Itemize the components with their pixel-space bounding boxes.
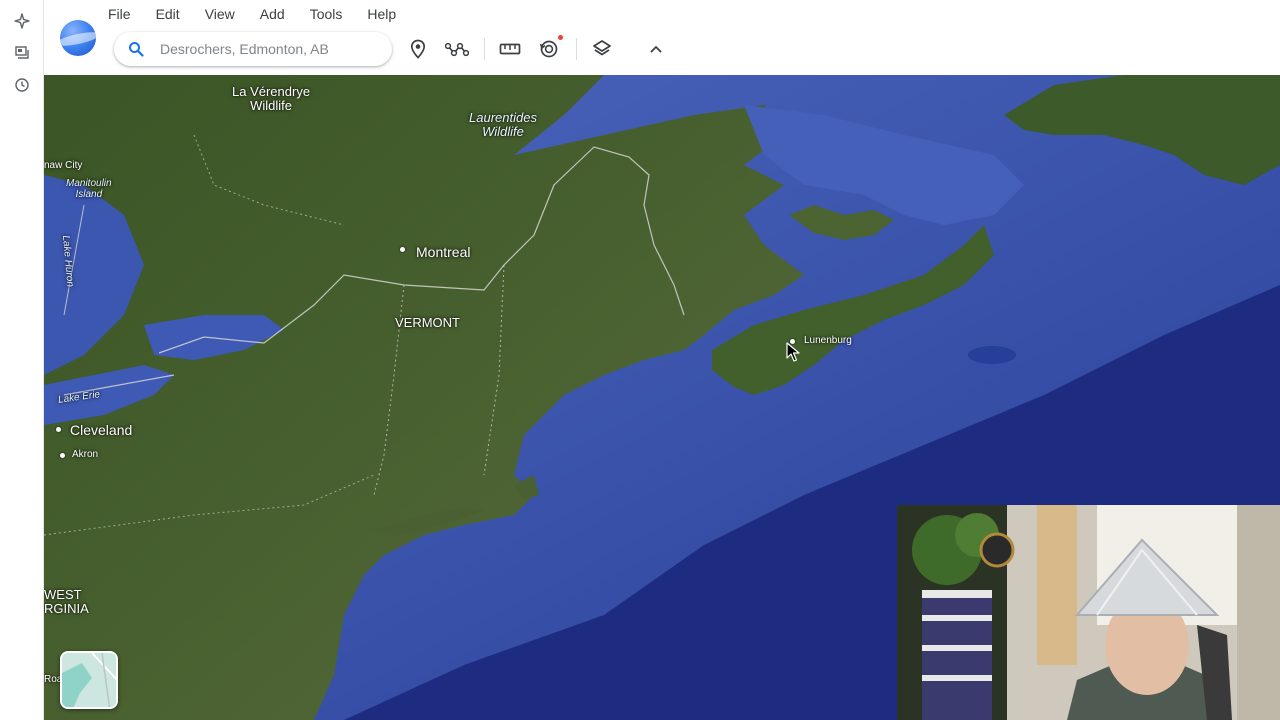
- placemark-icon[interactable]: [406, 37, 430, 61]
- map-style-layers-icon[interactable]: [590, 37, 614, 61]
- history-icon[interactable]: [10, 73, 34, 97]
- historical-imagery-icon[interactable]: [537, 35, 563, 61]
- label-west-virginia: WEST RGINIA: [44, 587, 89, 616]
- city-dot: [400, 247, 405, 252]
- label-la-verendrye: La Vérendrye Wildlife: [232, 84, 311, 113]
- search-box[interactable]: [114, 32, 392, 66]
- label-manitoulin: Manitoulin Island: [66, 178, 112, 200]
- menu-tools[interactable]: Tools: [310, 4, 343, 24]
- toolbar-divider: [484, 38, 485, 60]
- label-cleveland: Cleveland: [70, 422, 133, 438]
- left-rail: [0, 0, 44, 720]
- label-akron: Akron: [72, 449, 99, 460]
- top-bar: File Edit View Add Tools Help: [44, 0, 1280, 75]
- webcam-video: [897, 505, 1280, 720]
- menu-edit[interactable]: Edit: [156, 4, 180, 24]
- label-lunenburg: Lunenburg: [804, 335, 852, 346]
- menu-file[interactable]: File: [108, 4, 131, 24]
- menu-add[interactable]: Add: [260, 4, 285, 24]
- sparkle-icon[interactable]: [10, 9, 34, 33]
- toolbar-divider: [576, 38, 577, 60]
- chevron-up-icon[interactable]: [644, 37, 668, 61]
- mouse-cursor-icon: [786, 342, 800, 362]
- map-thumbnail-icon: [62, 653, 116, 707]
- label-montreal: Montreal: [416, 244, 471, 260]
- map-type-toggle[interactable]: [60, 651, 118, 709]
- earth-logo[interactable]: [60, 20, 96, 56]
- projects-icon[interactable]: [10, 41, 34, 65]
- notification-dot: [558, 35, 563, 40]
- menu-view[interactable]: View: [205, 4, 235, 24]
- label-vermont: VERMONT: [395, 315, 460, 330]
- menu-help[interactable]: Help: [367, 4, 396, 24]
- path-icon[interactable]: [445, 37, 469, 61]
- label-laurentides: Laurentides Wildlife: [469, 110, 537, 139]
- search-input[interactable]: [160, 39, 380, 59]
- webcam-overlay: [897, 505, 1280, 720]
- measure-ruler-icon[interactable]: [498, 37, 522, 61]
- city-dot: [60, 453, 65, 458]
- search-icon[interactable]: [128, 41, 144, 57]
- city-dot: [56, 427, 61, 432]
- earth-app: File Edit View Add Tools Help Desrochers…: [0, 0, 1280, 720]
- label-naw-city: naw City: [44, 160, 83, 171]
- menu-bar: File Edit View Add Tools Help: [108, 4, 421, 24]
